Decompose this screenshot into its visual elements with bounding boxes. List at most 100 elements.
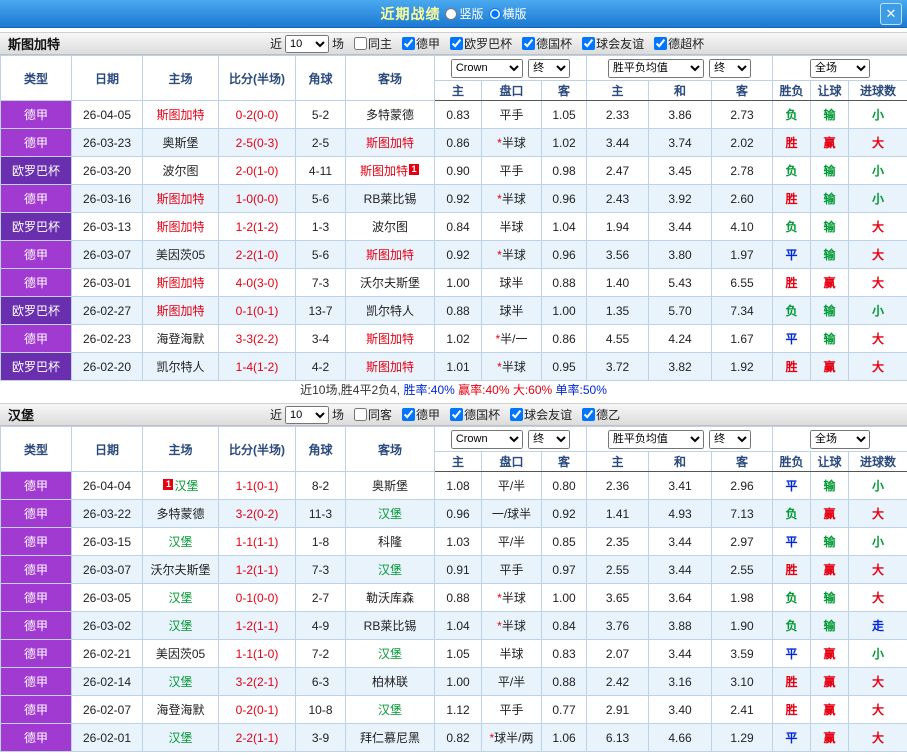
corners-cell: 8-2 (296, 472, 346, 500)
match-row: 德甲26-02-14汉堡3-2(2-1)6-3柏林联1.00平/半0.882.4… (1, 668, 907, 696)
filter-checkbox-同客[interactable]: 同客 (354, 406, 392, 423)
subcol-avg-draw: 和 (649, 81, 712, 101)
handicap-result-cell: 赢 (811, 353, 849, 381)
away-odds-cell: 0.85 (542, 528, 587, 556)
filter-checkbox-球会友谊[interactable]: 球会友谊 (510, 406, 572, 423)
home-team-cell: 汉堡 (143, 528, 219, 556)
corners-cell: 1-8 (296, 528, 346, 556)
filter-checkbox-德超杯[interactable]: 德超杯 (654, 35, 704, 52)
filter-checkbox-德乙[interactable]: 德乙 (582, 406, 620, 423)
goals-cell: 大 (849, 241, 907, 269)
home-odds-cell: 1.08 (435, 472, 482, 500)
match-count-select[interactable]: 10 (285, 35, 329, 53)
goals-cell: 大 (849, 269, 907, 297)
odds-company-select[interactable]: Crown (451, 59, 523, 78)
home-team-cell: 汉堡 (143, 724, 219, 752)
avg-draw-cell: 3.16 (649, 668, 712, 696)
home-team-cell: 汉堡 (143, 612, 219, 640)
avg-home-cell: 3.44 (587, 129, 649, 157)
checkbox-input[interactable] (450, 37, 463, 50)
checkbox-input[interactable] (402, 408, 415, 421)
result-scope-select[interactable]: 全场 (810, 430, 870, 449)
outcome-cell: 负 (773, 101, 811, 129)
outcome-cell: 胜 (773, 185, 811, 213)
goals-cell: 大 (849, 353, 907, 381)
avg-time-select[interactable]: 终 (709, 59, 751, 78)
filter-checkbox-德甲[interactable]: 德甲 (402, 35, 440, 52)
checkbox-input[interactable] (354, 408, 367, 421)
filter-checkbox-德国杯[interactable]: 德国杯 (450, 406, 500, 423)
away-odds-cell: 0.98 (542, 157, 587, 185)
avg-odds-select[interactable]: 胜平负均值 (608, 430, 704, 449)
horizontal-radio[interactable] (489, 8, 501, 20)
avg-home-cell: 2.43 (587, 185, 649, 213)
home-odds-cell: 0.88 (435, 584, 482, 612)
result-scope-select[interactable]: 全场 (810, 59, 870, 78)
league-cell: 德甲 (1, 241, 72, 269)
checkbox-input[interactable] (654, 37, 667, 50)
date-cell: 26-04-04 (72, 472, 143, 500)
avg-home-cell: 2.36 (587, 472, 649, 500)
filter-checkbox-德国杯[interactable]: 德国杯 (522, 35, 572, 52)
avg-draw-cell: 3.44 (649, 640, 712, 668)
away-odds-cell: 1.00 (542, 297, 587, 325)
away-team-cell: 凯尔特人 (346, 297, 435, 325)
goals-cell: 小 (849, 101, 907, 129)
date-cell: 26-02-20 (72, 353, 143, 381)
goals-cell: 走 (849, 612, 907, 640)
away-team-name: 多特蒙德 (366, 108, 414, 122)
filter-checkbox-德甲[interactable]: 德甲 (402, 406, 440, 423)
avg-away-cell: 2.60 (712, 185, 773, 213)
away-odds-cell: 0.80 (542, 472, 587, 500)
checkbox-input[interactable] (582, 37, 595, 50)
goals-cell: 大 (849, 556, 907, 584)
filter-checkbox-欧罗巴杯[interactable]: 欧罗巴杯 (450, 35, 512, 52)
date-cell: 26-03-07 (72, 556, 143, 584)
avg-home-cell: 2.42 (587, 668, 649, 696)
away-team-name: 柏林联 (372, 675, 408, 689)
close-button[interactable]: ✕ (880, 3, 902, 25)
titlebar: 近期战绩 竖版 横版 ✕ (0, 0, 907, 28)
view-option-vertical[interactable]: 竖版 (445, 5, 483, 22)
filter-checkbox-同主[interactable]: 同主 (354, 35, 392, 52)
outcome-cell: 胜 (773, 696, 811, 724)
avg-time-select[interactable]: 终 (709, 430, 751, 449)
vertical-radio[interactable] (445, 8, 457, 20)
home-team-name: 汉堡 (168, 535, 192, 549)
checkbox-input[interactable] (522, 37, 535, 50)
avg-draw-cell: 3.40 (649, 696, 712, 724)
odds-time-select[interactable]: 终 (528, 430, 570, 449)
score-cell: 3-2(0-2) (219, 500, 296, 528)
summary-part: 近10场,胜4平2负4, (300, 383, 403, 397)
view-option-horizontal[interactable]: 横版 (489, 5, 527, 22)
handicap-cell: *半/一 (482, 325, 542, 353)
checkbox-input[interactable] (510, 408, 523, 421)
odds-time-select[interactable]: 终 (528, 59, 570, 78)
handicap-result-cell: 输 (811, 325, 849, 353)
home-team-name: 汉堡 (168, 675, 192, 689)
home-team-name: 斯图加特 (156, 192, 204, 206)
filter-checkbox-球会友谊[interactable]: 球会友谊 (582, 35, 644, 52)
away-team-name: 汉堡 (378, 507, 402, 521)
checkbox-input[interactable] (450, 408, 463, 421)
away-odds-cell: 0.84 (542, 612, 587, 640)
home-team-cell: 海登海默 (143, 325, 219, 353)
checkbox-input[interactable] (402, 37, 415, 50)
avg-away-cell: 1.97 (712, 241, 773, 269)
checkbox-input[interactable] (354, 37, 367, 50)
goals-cell: 小 (849, 472, 907, 500)
avg-draw-cell: 3.88 (649, 612, 712, 640)
handicap-result-cell: 赢 (811, 129, 849, 157)
avg-away-cell: 7.34 (712, 297, 773, 325)
subcol-outcome: 胜负 (773, 81, 811, 101)
away-odds-cell: 0.92 (542, 500, 587, 528)
match-count-select[interactable]: 10 (285, 406, 329, 424)
home-team-cell: 海登海默 (143, 696, 219, 724)
handicap-cell: *半球 (482, 612, 542, 640)
filter-near-label: 近 (270, 406, 282, 423)
col-header-home: 主场 (143, 427, 219, 472)
checkbox-input[interactable] (582, 408, 595, 421)
odds-company-select[interactable]: Crown (451, 430, 523, 449)
avg-odds-select[interactable]: 胜平负均值 (608, 59, 704, 78)
avg-home-cell: 1.40 (587, 269, 649, 297)
